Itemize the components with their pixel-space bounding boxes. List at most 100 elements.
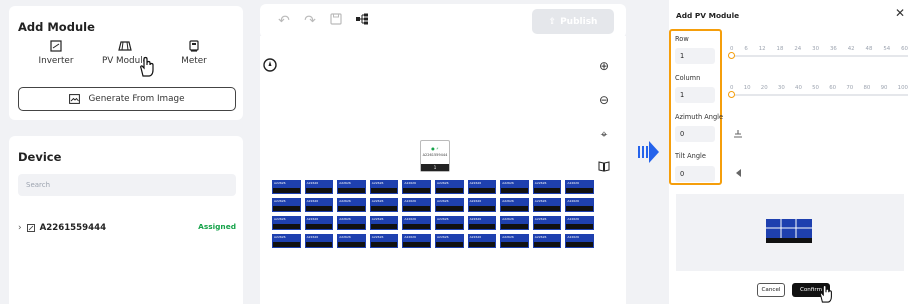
pv-panel[interactable]: A22626 — [499, 233, 530, 249]
pv-panel[interactable]: A22626 — [434, 215, 465, 231]
book-icon[interactable] — [596, 160, 612, 176]
pv-panel[interactable]: A22626 — [499, 179, 530, 195]
pv-panel[interactable]: A22626 — [466, 179, 498, 195]
tilt-input[interactable]: 0 — [675, 166, 715, 182]
module-preview — [676, 194, 904, 271]
pv-panel[interactable]: A22626 — [401, 179, 432, 195]
pv-panel[interactable]: A22626 — [564, 215, 595, 231]
pv-panel-grid: A22626 A22626 A22626 A22626 A22626 A22626 A226… — [271, 179, 595, 249]
pv-panel[interactable]: A22626 — [499, 197, 530, 213]
azimuth-input[interactable]: 0 — [675, 126, 715, 142]
pv-panel-serial: A22626 — [567, 235, 579, 239]
pv-panel-serial: A22626 — [371, 235, 384, 239]
pv-panel[interactable]: A22626 — [303, 197, 335, 213]
pv-panel[interactable]: A22626 — [336, 179, 367, 195]
pv-panel-serial: A22626 — [469, 235, 482, 239]
column-slider[interactable]: 0 10 20 30 40 50 60 70 80 90 100 — [728, 85, 908, 98]
locate-icon[interactable]: ⌖ — [596, 126, 612, 142]
publish-button[interactable]: ⇪ Publish — [532, 9, 614, 34]
pv-panel-serial: A22626 — [306, 217, 319, 221]
hand-cursor-icon — [819, 284, 832, 303]
redo-icon[interactable]: ↷ — [302, 13, 318, 29]
pv-panel[interactable]: A22626 — [303, 215, 335, 231]
pv-panel[interactable]: A22626 — [564, 179, 595, 195]
zoom-out-icon[interactable]: ⊖ — [596, 92, 612, 108]
pv-panel-serial: A22626 — [274, 181, 286, 185]
generate-label: Generate From Image — [88, 94, 185, 104]
status-badge: Assigned — [198, 222, 236, 231]
layout-canvas[interactable]: ⊕ ⊖ ⌖ ● ⚡ A2261559444 1 A22626 A22626 A226… — [260, 36, 626, 304]
pv-panel-serial: A22626 — [502, 235, 514, 239]
pv-panel-serial: A22626 — [339, 217, 351, 221]
pv-panel[interactable]: A22626 — [271, 233, 302, 249]
pv-panel[interactable]: A22626 — [401, 215, 432, 231]
compass-icon[interactable] — [263, 58, 277, 72]
column-slider-ticks: 0 10 20 30 40 50 60 70 80 90 100 — [730, 85, 908, 91]
pv-panel[interactable]: A22626 — [271, 197, 302, 213]
pv-panel-serial: A22626 — [274, 217, 286, 221]
column-input[interactable]: 1 — [675, 87, 715, 103]
slider-tick: 48 — [865, 46, 873, 52]
pv-panel[interactable]: A22626 — [401, 197, 432, 213]
pv-panel[interactable]: A22626 — [368, 179, 400, 195]
pv-panel[interactable]: A22626 — [434, 179, 465, 195]
pv-panel[interactable]: A22626 — [466, 215, 498, 231]
pv-panel-serial: A22626 — [371, 217, 384, 221]
pv-panel-serial: A22626 — [404, 217, 416, 221]
layout-tree-icon[interactable] — [354, 13, 370, 29]
inverter-node[interactable]: ● ⚡ A2261559444 1 — [420, 140, 450, 172]
publish-icon: ⇪ — [548, 16, 557, 27]
pv-panel[interactable]: A22626 — [434, 233, 465, 249]
pv-panel[interactable]: A22626 — [531, 179, 563, 195]
image-icon — [69, 94, 81, 104]
pv-panel-serial: A22626 — [404, 235, 416, 239]
pv-panel[interactable]: A22626 — [564, 197, 595, 213]
row-slider-knob[interactable] — [728, 52, 735, 59]
row-label: Row — [675, 35, 689, 43]
pv-panel[interactable]: A22626 — [401, 233, 432, 249]
cancel-button[interactable]: Cancel — [757, 283, 785, 297]
pv-panel-serial: A22626 — [404, 181, 416, 185]
zoom-in-icon[interactable]: ⊕ — [596, 58, 612, 74]
slider-tick: 70 — [846, 85, 854, 91]
module-meter[interactable]: Meter — [164, 40, 224, 66]
generate-from-image-button[interactable]: Generate From Image — [18, 87, 236, 111]
row-slider[interactable]: 0 6 12 18 24 30 36 42 48 54 60 — [728, 46, 908, 59]
pv-panel[interactable]: A22626 — [531, 215, 563, 231]
pv-panel[interactable]: A22626 — [466, 233, 498, 249]
pv-panel-serial: A22626 — [502, 199, 514, 203]
pv-panel[interactable]: A22626 — [531, 233, 563, 249]
pv-panel[interactable]: A22626 — [303, 233, 335, 249]
close-icon[interactable]: ✕ — [895, 6, 905, 20]
module-inverter[interactable]: Inverter — [26, 40, 86, 66]
device-search-input[interactable]: Search — [18, 174, 236, 196]
device-list-item[interactable]: › A2261559444 Assigned — [18, 220, 236, 236]
pv-panel[interactable]: A22626 — [368, 233, 400, 249]
pv-panel[interactable]: A22626 — [434, 197, 465, 213]
row-slider-ticks: 0 6 12 18 24 30 36 42 48 54 60 — [730, 46, 908, 52]
pv-panel[interactable]: A22626 — [336, 197, 367, 213]
pv-panel[interactable]: A22626 — [368, 197, 400, 213]
pv-panel-serial: A22626 — [534, 199, 547, 203]
pv-panel[interactable]: A22626 — [564, 233, 595, 249]
pv-panel[interactable]: A22626 — [336, 233, 367, 249]
undo-icon[interactable]: ↶ — [276, 13, 292, 29]
pv-panel[interactable]: A22626 — [466, 197, 498, 213]
pv-panel-serial: A22626 — [437, 181, 449, 185]
slider-tick: 20 — [760, 85, 768, 91]
add-module-card: Add Module Inverter PV Module Meter Gene… — [9, 6, 243, 120]
pv-panel[interactable]: A22626 — [336, 215, 367, 231]
slider-tick: 80 — [863, 85, 871, 91]
save-icon[interactable] — [328, 13, 344, 29]
pv-panel[interactable]: A22626 — [368, 215, 400, 231]
row-input[interactable]: 1 — [675, 48, 715, 64]
pv-panel[interactable]: A22626 — [303, 179, 335, 195]
pv-panel[interactable]: A22626 — [499, 215, 530, 231]
pv-panel[interactable]: A22626 — [271, 179, 302, 195]
pv-panel-serial: A22626 — [339, 199, 351, 203]
column-slider-knob[interactable] — [728, 91, 735, 98]
pv-panel[interactable]: A22626 — [271, 215, 302, 231]
app-root: Add Module Inverter PV Module Meter Gene… — [0, 0, 911, 304]
chevron-right-icon[interactable]: › — [18, 223, 22, 233]
pv-panel[interactable]: A22626 — [531, 197, 563, 213]
